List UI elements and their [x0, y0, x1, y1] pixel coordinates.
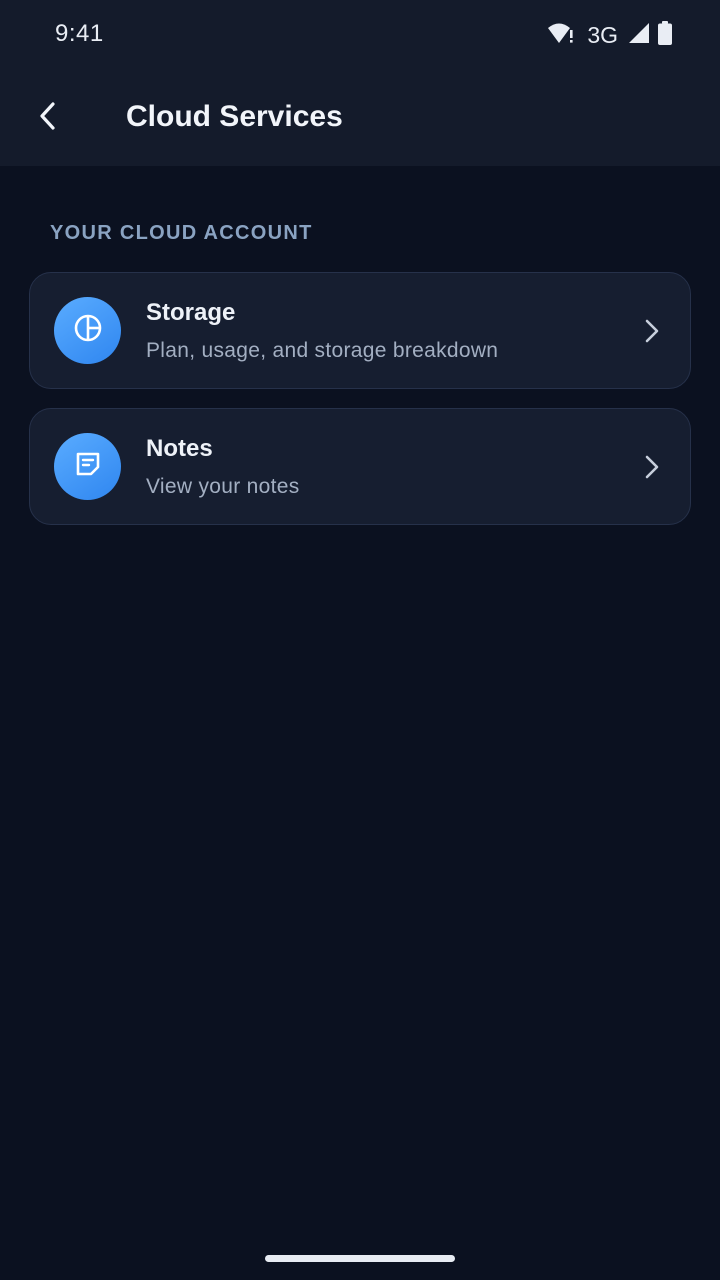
wifi-alert-icon: [547, 21, 575, 50]
home-indicator[interactable]: [265, 1255, 455, 1262]
network-type-label: 3G: [587, 21, 618, 48]
notes-card[interactable]: Notes View your notes: [29, 408, 691, 525]
app-bar: Cloud Services: [0, 70, 720, 166]
screen: 9:41 3G Cloud Services YOUR CLOUD ACCOUN…: [0, 0, 720, 1280]
back-button[interactable]: [24, 94, 72, 142]
notes-subtitle: View your notes: [146, 475, 300, 498]
pie-chart-icon: [73, 313, 103, 348]
status-time: 9:41: [55, 20, 104, 47]
notes-avatar: [54, 433, 121, 500]
storage-card[interactable]: Storage Plan, usage, and storage breakdo…: [29, 272, 691, 389]
section-header: YOUR CLOUD ACCOUNT: [50, 222, 313, 244]
chevron-left-icon: [36, 101, 60, 136]
note-icon: [74, 450, 102, 483]
battery-icon: [658, 20, 672, 50]
page-title: Cloud Services: [126, 100, 343, 133]
status-bar: 9:41 3G: [0, 0, 720, 70]
storage-avatar: [54, 297, 121, 364]
status-icons: 3G: [547, 20, 672, 50]
storage-subtitle: Plan, usage, and storage breakdown: [146, 339, 499, 362]
storage-title: Storage: [146, 299, 236, 326]
notes-title: Notes: [146, 435, 213, 462]
chevron-right-icon: [640, 453, 664, 481]
chevron-right-icon: [640, 317, 664, 345]
cell-signal-icon: [628, 22, 650, 49]
